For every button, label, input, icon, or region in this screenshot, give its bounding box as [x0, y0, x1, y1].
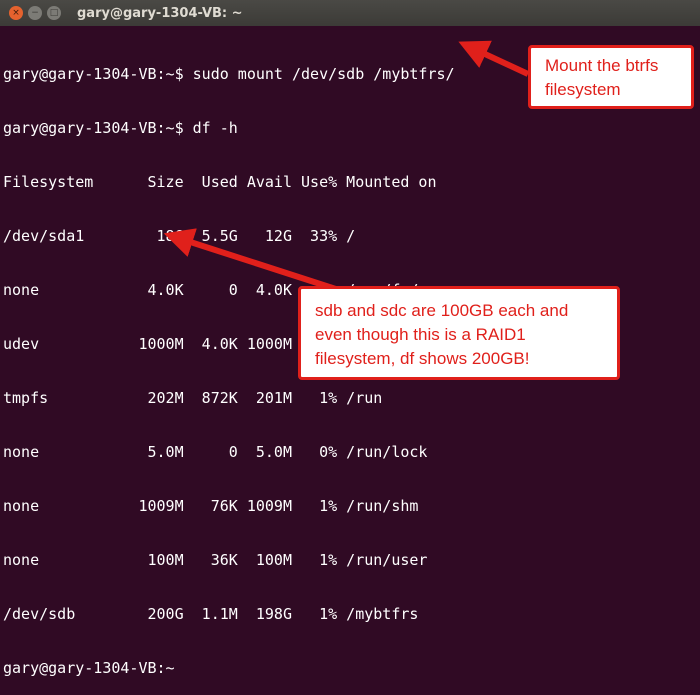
terminal-line: none 1009M 76K 1009M 1% /run/shm	[3, 497, 419, 515]
mount-arrow	[458, 40, 530, 77]
df-arrow	[163, 228, 346, 295]
df-annotation: sdb and sdc are 100GB each and even thou…	[298, 286, 620, 380]
terminal-line: none 100M 36K 100M 1% /run/user	[3, 551, 428, 569]
mount-annotation: Mount the btrfs filesystem	[528, 45, 694, 109]
terminal-prompt: gary@gary-1304-VB:~	[3, 659, 175, 677]
terminal-line: /dev/sdb 200G 1.1M 198G 1% /mybtfrs	[3, 605, 419, 623]
